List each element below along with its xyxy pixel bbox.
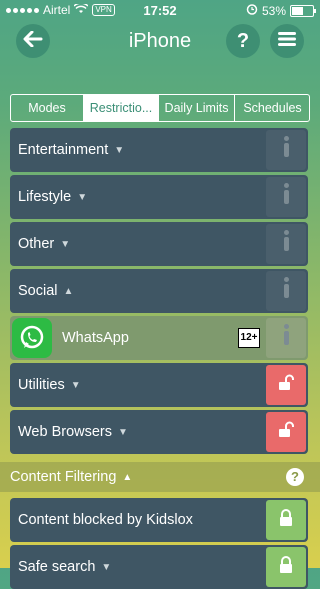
chevron-down-icon: ▼ xyxy=(70,379,81,391)
chevron-down-icon: ▼ xyxy=(60,238,71,250)
status-right: 53% xyxy=(246,3,316,18)
alarm-icon xyxy=(246,3,258,18)
chevron-down-icon: ▼ xyxy=(101,561,112,573)
category-row-lifestyle[interactable]: Lifestyle ▼ xyxy=(10,175,308,219)
category-label: Web Browsers xyxy=(18,424,113,440)
chevron-down-icon: ▼ xyxy=(114,144,125,156)
filter-label: Content blocked by Kidslox xyxy=(18,512,193,528)
info-icon xyxy=(283,230,289,251)
chevron-up-icon: ▲ xyxy=(122,471,133,483)
tab-modes[interactable]: Modes xyxy=(11,95,84,121)
tab-bar: Modes Restrictio... Daily Limits Schedul… xyxy=(10,94,310,122)
info-icon xyxy=(283,277,289,298)
age-rating-badge: 12+ xyxy=(238,328,260,348)
tab-daily-limits[interactable]: Daily Limits xyxy=(159,95,235,121)
unlock-icon xyxy=(277,421,295,444)
unlock-icon xyxy=(277,374,295,397)
category-row-entertainment[interactable]: Entertainment ▼ xyxy=(10,128,308,172)
category-row-utilities[interactable]: Utilities ▼ xyxy=(10,363,308,407)
battery-percent: 53% xyxy=(261,3,286,18)
chevron-down-icon: ▼ xyxy=(118,426,128,438)
tab-restrictions[interactable]: Restrictio... xyxy=(84,95,159,121)
app-label: WhatsApp xyxy=(62,330,129,346)
battery-icon xyxy=(290,4,316,17)
lock-button[interactable] xyxy=(266,500,306,540)
filter-label: Safe search xyxy=(18,559,96,575)
info-button[interactable] xyxy=(266,271,306,311)
section-title: Content Filtering xyxy=(10,469,117,485)
category-label: Entertainment xyxy=(18,142,109,158)
hamburger-icon xyxy=(278,30,296,53)
header: iPhone ? xyxy=(0,20,320,64)
app-row-whatsapp[interactable]: WhatsApp 12+ xyxy=(10,316,308,360)
category-row-social[interactable]: Social ▲ xyxy=(10,269,308,313)
category-label: Utilities xyxy=(18,377,65,393)
content-filtering-header[interactable]: Content Filtering ▲ ? xyxy=(0,462,320,492)
lock-icon xyxy=(278,555,294,579)
info-button[interactable] xyxy=(266,318,306,358)
lock-button[interactable] xyxy=(266,547,306,587)
info-icon xyxy=(283,136,289,157)
menu-button[interactable] xyxy=(270,24,304,58)
filter-row-kidslox[interactable]: Content blocked by Kidslox xyxy=(10,498,308,542)
category-label: Other xyxy=(18,236,55,252)
unlock-button[interactable] xyxy=(266,365,306,405)
info-icon xyxy=(283,183,289,204)
category-row-other[interactable]: Other ▼ xyxy=(10,222,308,266)
lock-icon xyxy=(278,508,294,532)
category-row-web-browsers[interactable]: Web Browsers ▼ xyxy=(10,410,308,454)
tab-schedules[interactable]: Schedules xyxy=(235,95,309,121)
filter-row-safe-search[interactable]: Safe search ▼ xyxy=(10,545,308,589)
chevron-down-icon: ▼ xyxy=(77,191,88,203)
category-label: Social xyxy=(18,283,58,299)
info-icon xyxy=(283,324,289,345)
question-icon: ? xyxy=(236,29,250,52)
chevron-up-icon: ▲ xyxy=(63,285,74,297)
status-bar: Airtel VPN 17:52 53% xyxy=(0,0,320,20)
whatsapp-icon xyxy=(12,318,52,358)
info-button[interactable] xyxy=(266,177,306,217)
info-button[interactable] xyxy=(266,130,306,170)
info-button[interactable] xyxy=(266,224,306,264)
help-icon[interactable]: ? xyxy=(286,468,304,486)
category-label: Lifestyle xyxy=(18,189,72,205)
help-button[interactable]: ? xyxy=(226,24,260,58)
unlock-button[interactable] xyxy=(266,412,306,452)
